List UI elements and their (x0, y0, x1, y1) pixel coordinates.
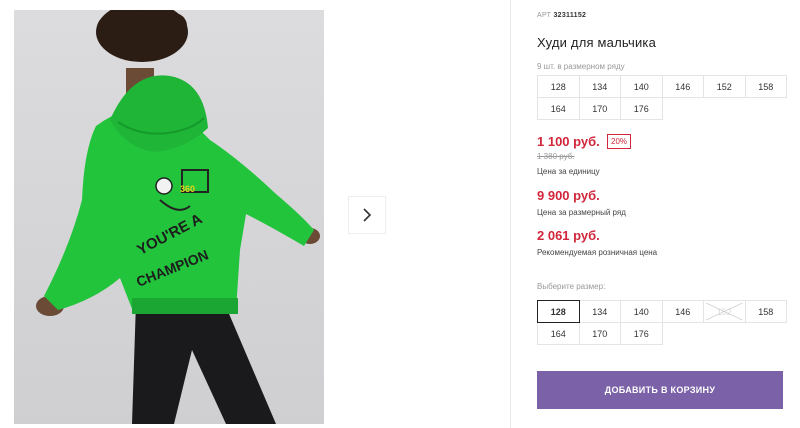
article-label: АРТ (537, 12, 552, 19)
size-option[interactable]: 134 (578, 300, 621, 323)
size-picker: 128 134 140 146 152 158 164 170 176 (537, 300, 787, 345)
size-option[interactable]: 170 (578, 322, 621, 345)
series-size-grid: 128 134 140 146 152 158 164 170 176 (537, 75, 787, 120)
size-option[interactable]: 176 (620, 322, 663, 345)
series-size-cell: 134 (578, 75, 621, 98)
retail-price-label: Рекомендуемая розничная цена (537, 248, 658, 257)
series-size-cell: 176 (620, 97, 663, 120)
series-size-cell: 128 (537, 75, 580, 98)
unavailable-cross-icon (705, 302, 743, 321)
size-option[interactable]: 158 (744, 300, 787, 323)
series-price: 9 900 руб. (537, 188, 600, 203)
series-size-cell: 152 (703, 75, 746, 98)
article-value: 32311152 (553, 12, 587, 19)
unit-price-label: Цена за единицу (537, 167, 600, 176)
discount-badge: 20% (607, 134, 632, 149)
series-size-cell: 170 (578, 97, 621, 120)
svg-text:360: 360 (180, 184, 195, 194)
size-option[interactable]: 140 (620, 300, 663, 323)
unit-price: 1 100 руб. (537, 134, 600, 149)
size-option-unavailable: 152 (703, 300, 746, 323)
size-option[interactable]: 164 (537, 322, 580, 345)
product-photo: 360 YOU'RE A CHAMPION (14, 10, 324, 424)
old-price: 1 380 руб. (537, 152, 575, 161)
chevron-right-icon (363, 208, 372, 222)
size-option[interactable]: 128 (537, 300, 580, 323)
series-note: 9 шт. в размерном ряду (537, 62, 625, 71)
size-option[interactable]: 146 (661, 300, 704, 323)
add-to-cart-button[interactable]: ДОБАВИТЬ В КОРЗИНУ (537, 371, 783, 409)
next-image-button[interactable] (348, 196, 386, 234)
panel-divider (510, 0, 511, 428)
product-title: Худи для мальчика (537, 35, 657, 50)
product-page: 360 YOU'RE A CHAMPION АРТ 32311152 Худи … (0, 0, 800, 428)
boy-in-green-hoodie-illustration: 360 YOU'RE A CHAMPION (36, 10, 320, 424)
series-size-cell: 140 (620, 75, 663, 98)
series-size-cell: 146 (661, 75, 704, 98)
series-price-label: Цена за размерный ряд (537, 208, 626, 217)
series-size-cell: 158 (744, 75, 787, 98)
size-picker-label: Выберите размер: (537, 282, 606, 291)
article-number: АРТ 32311152 (537, 12, 586, 19)
retail-price: 2 061 руб. (537, 228, 600, 243)
series-size-cell: 164 (537, 97, 580, 120)
